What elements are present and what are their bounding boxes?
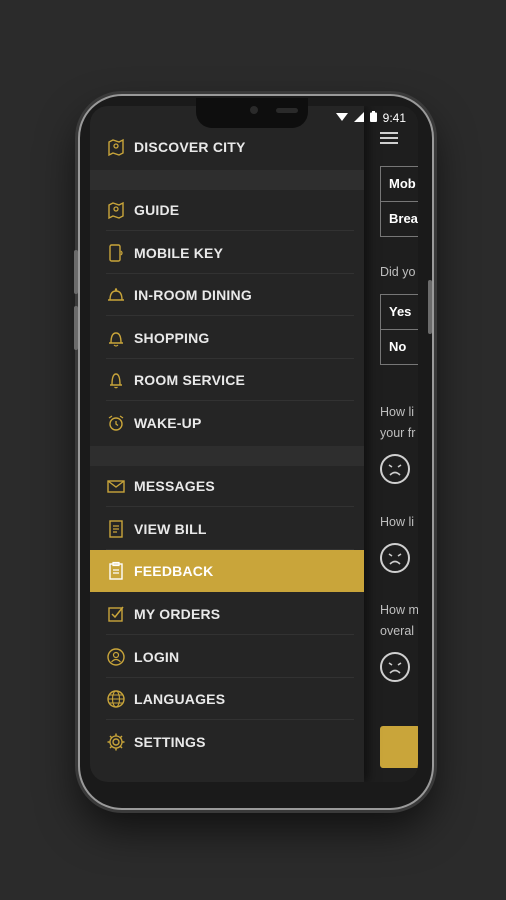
clipboard-icon (106, 561, 126, 581)
menu-item-mobile-key[interactable]: MOBILE KEY (90, 232, 364, 274)
earpiece-speaker (276, 108, 298, 113)
front-camera (250, 106, 258, 114)
menu-item-label: WAKE-UP (134, 415, 202, 431)
menu-item-messages[interactable]: MESSAGES (90, 465, 364, 507)
option-group-1: Mob Brea (380, 166, 418, 237)
menu-item-in-room-dining[interactable]: IN-ROOM DINING (90, 274, 364, 316)
question-text: How li (380, 405, 415, 419)
option-yes[interactable]: Yes (381, 295, 418, 330)
gear-icon (106, 732, 126, 752)
menu-item-label: FEEDBACK (134, 563, 214, 579)
menu-item-label: MESSAGES (134, 478, 215, 494)
phone-screen: Mob Brea Did yo Yes No How li your fr Ho… (90, 106, 418, 782)
menu-item-my-orders[interactable]: MY ORDERS (90, 593, 364, 635)
menu-item-label: MY ORDERS (134, 606, 221, 622)
map-pin-icon (106, 137, 126, 157)
menu-item-guide[interactable]: GUIDE (90, 189, 364, 231)
menu-item-room-service[interactable]: ROOM SERVICE (90, 359, 364, 401)
question-text: overal (380, 624, 415, 638)
question-text: How li (380, 515, 415, 529)
menu-item-feedback[interactable]: FEEDBACK (90, 550, 364, 592)
globe-icon (106, 689, 126, 709)
menu-item-label: SHOPPING (134, 330, 210, 346)
bill-icon (106, 519, 126, 539)
envelope-icon (106, 476, 126, 496)
menu-item-label: LANGUAGES (134, 691, 226, 707)
phone-key-icon (106, 243, 126, 263)
bell-icon (106, 328, 126, 348)
alarm-clock-icon (106, 413, 126, 433)
menu-item-shopping[interactable]: SHOPPING (90, 317, 364, 359)
signal-icon (353, 111, 364, 125)
sad-face-icon[interactable] (380, 454, 410, 484)
question-text: your fr (380, 426, 416, 440)
menu-item-login[interactable]: LOGIN (90, 636, 364, 678)
menu-divider (90, 446, 364, 466)
menu-item-label: SETTINGS (134, 734, 206, 750)
option-group-2: Yes No (380, 294, 418, 365)
option-item[interactable]: Mob (381, 167, 418, 202)
hamburger-menu-icon[interactable] (380, 132, 398, 144)
volume-down-button (74, 306, 78, 350)
menu-item-view-bill[interactable]: VIEW BILL (90, 508, 364, 550)
sad-face-icon[interactable] (380, 652, 410, 682)
status-time: 9:41 (382, 111, 406, 125)
menu-item-label: VIEW BILL (134, 521, 207, 537)
option-no[interactable]: No (381, 330, 418, 364)
checkbox-icon (106, 604, 126, 624)
menu-item-label: DISCOVER CITY (134, 139, 246, 155)
power-button (428, 280, 432, 334)
navigation-drawer: DISCOVER CITY GUIDE MOBILE KEY IN-ROOM D… (90, 106, 364, 782)
bell-icon (106, 370, 126, 390)
menu-item-settings[interactable]: SETTINGS (90, 721, 364, 763)
user-circle-icon (106, 647, 126, 667)
battery-icon (369, 111, 377, 125)
menu-item-label: LOGIN (134, 649, 180, 665)
map-icon (106, 200, 126, 220)
menu-divider (90, 170, 364, 190)
menu-item-label: GUIDE (134, 202, 180, 218)
cloche-icon (106, 285, 126, 305)
menu-item-languages[interactable]: LANGUAGES (90, 678, 364, 720)
menu-item-discover-city[interactable]: DISCOVER CITY (90, 126, 364, 168)
menu-item-wake-up[interactable]: WAKE-UP (90, 402, 364, 444)
wifi-icon (335, 111, 348, 125)
menu-item-label: MOBILE KEY (134, 245, 224, 261)
question-text: How m (380, 603, 418, 617)
status-bar: 9:41 (335, 106, 406, 130)
sad-face-icon[interactable] (380, 543, 410, 573)
menu-item-label: IN-ROOM DINING (134, 287, 252, 303)
submit-button[interactable] (380, 726, 418, 768)
feedback-form-panel: Mob Brea Did yo Yes No How li your fr Ho… (364, 106, 418, 782)
menu-item-label: ROOM SERVICE (134, 372, 246, 388)
question-text: Did yo (380, 265, 416, 279)
volume-up-button (74, 250, 78, 294)
option-item[interactable]: Brea (381, 202, 418, 236)
